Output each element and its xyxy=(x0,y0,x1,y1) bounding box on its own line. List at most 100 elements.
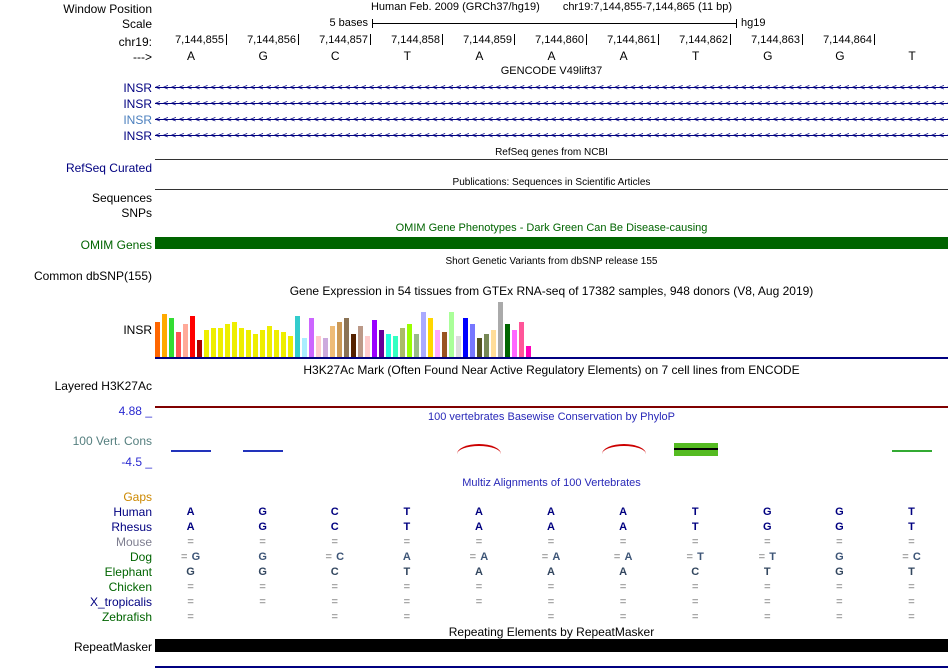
position-number: 7,144,864 xyxy=(823,34,872,46)
gtex-title: Gene Expression in 54 tissues from GTEx … xyxy=(289,284,814,298)
alignment-cell: = xyxy=(660,595,732,610)
gtex-tissue-bar xyxy=(442,332,447,358)
alignment-cell: = xyxy=(515,595,587,610)
refseq-track-line xyxy=(155,159,948,160)
tick-mark xyxy=(874,34,875,45)
gtex-tissue-bar xyxy=(162,314,167,358)
gtex-baseline xyxy=(155,357,948,359)
alignment-cell: T xyxy=(876,565,948,580)
refseq-curated-label[interactable]: RefSeq Curated xyxy=(66,161,152,175)
omim-genes-label[interactable]: OMIM Genes xyxy=(81,238,152,252)
alignment-gap-mark: = xyxy=(691,581,700,593)
alignment-cell: = G xyxy=(155,550,227,565)
gene-label-insr-4[interactable]: INSR xyxy=(123,129,152,143)
alignment-cell: = xyxy=(299,535,371,550)
gtex-tissue-bar xyxy=(428,318,433,358)
species-label[interactable]: Rhesus xyxy=(0,520,152,535)
alignment-gap-mark: = xyxy=(325,551,333,563)
sequences-label[interactable]: Sequences xyxy=(92,191,152,205)
repeatmasker-title: Repeating Elements by RepeatMasker xyxy=(448,625,655,639)
alignment-cell: = xyxy=(876,610,948,625)
alignment-cell: = xyxy=(588,595,660,610)
alignment-base: A xyxy=(186,521,196,533)
alignment-cell: = xyxy=(804,610,876,625)
omim-gene-bar[interactable] xyxy=(155,237,948,249)
gtex-tissue-bar xyxy=(414,334,419,358)
alignment-base: A xyxy=(547,521,556,533)
gtex-tissue-bar xyxy=(274,330,279,358)
gtex-gene-label[interactable]: INSR xyxy=(123,323,152,337)
position-tick-cell: 7,144,859 xyxy=(443,34,515,48)
species-label[interactable]: Elephant xyxy=(0,565,152,580)
alignment-row: Elephant G G C T A A A C T G T xyxy=(0,565,950,580)
alignment-cell: = xyxy=(443,535,515,550)
species-label[interactable]: Mouse xyxy=(0,535,152,550)
alignment-cell: = xyxy=(804,535,876,550)
alignment-gap-mark: = xyxy=(469,551,478,563)
phylop-min-label: -4.5 _ xyxy=(121,455,152,469)
gtex-tissue-bar xyxy=(197,340,202,358)
species-label[interactable]: Zebrafish xyxy=(0,610,152,625)
repeatmasker-label[interactable]: RepeatMasker xyxy=(74,640,152,654)
snps-label[interactable]: SNPs xyxy=(121,206,152,220)
position-tick-cell: 7,144,863 xyxy=(731,34,803,48)
alignment-cell: = xyxy=(660,580,732,595)
alignment-cell: = xyxy=(876,580,948,595)
alignment-base: G xyxy=(835,506,845,518)
alignment-gap-mark: = xyxy=(547,581,556,593)
gtex-tissue-bar xyxy=(253,334,258,358)
alignment-gap-mark: = xyxy=(331,536,339,548)
alignment-cell: = xyxy=(443,580,515,595)
species-label[interactable]: Human xyxy=(0,505,152,520)
position-number: 7,144,855 xyxy=(175,34,224,46)
alignment-cell: C xyxy=(660,565,732,580)
gtex-tissue-bar xyxy=(477,338,482,358)
dbsnp-title: Short Genetic Variants from dbSNP releas… xyxy=(445,256,658,267)
base-letter: A xyxy=(547,49,556,63)
alignment-cell: T xyxy=(876,505,948,520)
species-label[interactable]: X_tropicalis xyxy=(0,595,152,610)
alignment-gap-mark: = xyxy=(403,536,412,548)
gtex-tissue-bar xyxy=(519,322,524,358)
gene-label-insr-3[interactable]: INSR xyxy=(123,113,152,127)
species-label[interactable]: Chicken xyxy=(0,580,152,595)
gtex-tissue-bar xyxy=(309,318,314,358)
alignment-cell: T xyxy=(660,505,732,520)
alignment-base: T xyxy=(769,551,777,563)
repeatmasker-bar[interactable] xyxy=(155,639,948,652)
layered-h3k27ac-label[interactable]: Layered H3K27Ac xyxy=(55,379,152,393)
base-letter: T xyxy=(692,49,700,63)
alignment-cell: = xyxy=(732,610,804,625)
alignment-cell: G xyxy=(804,505,876,520)
alignment-cell: A xyxy=(588,505,660,520)
common-dbsnp-label[interactable]: Common dbSNP(155) xyxy=(34,269,152,283)
alignment-cells: = = = = = = = = = = = xyxy=(155,580,948,595)
gene-label-insr-2[interactable]: INSR xyxy=(123,97,152,111)
species-label[interactable]: Dog xyxy=(0,550,152,565)
species-label[interactable]: Gaps xyxy=(0,490,152,505)
strand-label: ---> xyxy=(133,50,152,64)
alignment-cell: = xyxy=(876,535,948,550)
alignment-cell: = xyxy=(660,610,732,625)
gene-label-insr-1[interactable]: INSR xyxy=(123,81,152,95)
alignment-base: G xyxy=(835,521,845,533)
alignment-cell: A xyxy=(155,520,227,535)
phylop-signal-area xyxy=(155,432,948,462)
transcript-arrow-track: <<<<<<<<<<<<<<<<<<<<<<<<<<<<<<<<<<<<<<<<… xyxy=(155,114,948,126)
alignment-gap-mark: = xyxy=(908,596,916,608)
gtex-tissue-bar xyxy=(183,324,188,358)
gtex-tissue-bar xyxy=(400,328,405,358)
alignment-cell: = xyxy=(804,595,876,610)
alignment-gap-mark: = xyxy=(259,596,267,608)
gtex-tissue-bar xyxy=(372,320,377,358)
alignment-cell: = xyxy=(732,535,804,550)
alignment-base: G xyxy=(258,566,268,578)
assembly-title: Human Feb. 2009 (GRCh37/hg19) xyxy=(370,1,540,13)
gencode-title: GENCODE V49lift37 xyxy=(500,65,603,77)
vert-cons-label[interactable]: 100 Vert. Cons xyxy=(73,434,152,448)
gtex-tissue-bar xyxy=(239,328,244,358)
alignment-cell: T xyxy=(876,520,948,535)
alignment-gap-mark: = xyxy=(619,581,628,593)
alignment-base: G xyxy=(258,551,268,563)
alignment-cell: A xyxy=(155,505,227,520)
